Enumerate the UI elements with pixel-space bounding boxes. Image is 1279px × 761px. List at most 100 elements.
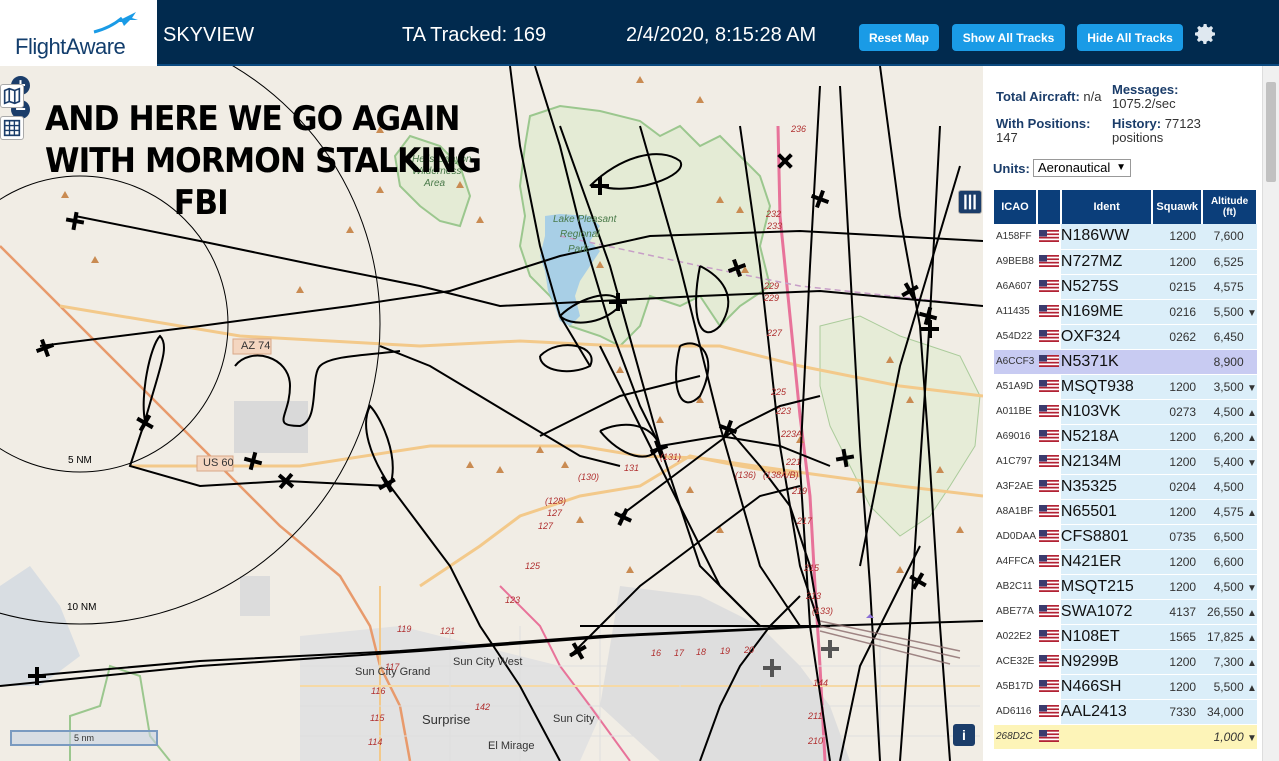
plane-logo-icon <box>93 12 138 34</box>
road-number: 233 <box>767 221 783 231</box>
table-row[interactable]: ACE32E N9299B 1200 7,300 ▲ <box>994 649 1257 675</box>
chevron-down-icon: ▼ <box>1116 162 1126 173</box>
total-aircraft-stat: Total Aircraft: n/a <box>996 90 1102 104</box>
road-number: 117 <box>385 662 400 672</box>
altitude-cell: 17,825 ▲ <box>1202 624 1257 650</box>
ident-cell: AAL2413 <box>1060 699 1153 725</box>
squawk-cell: 0273 <box>1152 399 1203 425</box>
col-squawk[interactable]: Squawk <box>1152 190 1204 224</box>
road-number: 213 <box>806 591 822 601</box>
col-altitude[interactable]: Altitude (ft) <box>1202 190 1258 224</box>
table-header-row: ICAO Ident Squawk Altitude (ft) <box>994 190 1258 224</box>
col-ident[interactable]: Ident <box>1060 190 1154 224</box>
altitude-value: 17,825 <box>1206 629 1244 644</box>
altitude-value: 6,600 <box>1213 554 1244 569</box>
flightaware-logo[interactable]: FlightAware <box>0 0 157 66</box>
table-row[interactable]: 268D2C 1,000 ▼ <box>994 724 1257 750</box>
squawk-cell: 1200 <box>1152 649 1203 675</box>
grid-toggle-icon[interactable] <box>0 116 24 140</box>
country-flag-icon <box>1036 224 1061 250</box>
lake-park-label-2: Regional <box>560 229 600 240</box>
logo-text: FlightAware <box>15 34 126 59</box>
squawk-cell: 1200 <box>1152 574 1203 600</box>
table-row[interactable]: AD6116 AAL2413 7330 34,000 <box>994 699 1257 725</box>
sidebar-scrollbar[interactable] <box>1262 66 1279 761</box>
reset-map-button[interactable]: Reset Map <box>859 24 939 51</box>
ident-cell: N108ET <box>1060 624 1153 650</box>
altitude-cell: 4,500 <box>1202 474 1257 500</box>
table-row[interactable]: A8A1BF N65501 1200 4,575 ▲ <box>994 499 1257 525</box>
table-row[interactable]: A51A9D MSQT938 1200 3,500 ▼ <box>994 374 1257 400</box>
table-row[interactable]: AD0DAA CFS8801 0735 6,500 <box>994 524 1257 550</box>
table-row[interactable]: A1C797 N2134M 1200 5,400 ▼ <box>994 449 1257 475</box>
squawk-cell: 1200 <box>1152 249 1203 275</box>
map-view[interactable]: AZ 74 US 60 5 NM 10 NM Lake Pleasant Reg… <box>0 66 983 761</box>
altitude-trend-icon: ▲ <box>1247 507 1257 519</box>
show-all-tracks-button[interactable]: Show All Tracks <box>952 24 1065 51</box>
overlay-line-3: FBI <box>173 183 229 223</box>
table-row[interactable]: A3F2AE N35325 0204 4,500 <box>994 474 1257 500</box>
table-row[interactable]: A158FF N186WW 1200 7,600 <box>994 224 1257 250</box>
altitude-value: 3,500 <box>1213 379 1244 394</box>
table-row[interactable]: A5B17D N466SH 1200 5,500 ▲ <box>994 674 1257 700</box>
country-flag-icon <box>1036 499 1061 525</box>
altitude-cell: 4,575 <box>1202 274 1257 300</box>
icao-cell: AB2C11 <box>994 574 1037 600</box>
ident-cell: N186WW <box>1060 224 1153 250</box>
skyview-app: FlightAware SKYVIEW TA Tracked: 169 2/4/… <box>0 0 1279 761</box>
ident-cell: N2134M <box>1060 449 1153 475</box>
altitude-cell: 6,600 <box>1202 549 1257 575</box>
messages-stat: Messages: 1075.2/sec <box>1112 83 1227 111</box>
table-row[interactable]: A4FFCA N421ER 1200 6,600 <box>994 549 1257 575</box>
table-row[interactable]: A11435 N169ME 0216 5,500 ▼ <box>994 299 1257 325</box>
table-row[interactable]: A011BE N103VK 0273 4,500 ▲ <box>994 399 1257 425</box>
scale-bar: 5 nm <box>10 730 158 746</box>
us60-label: US 60 <box>203 457 234 469</box>
icao-cell: A8A1BF <box>994 499 1037 525</box>
altitude-cell: 5,400 ▼ <box>1202 449 1257 475</box>
squawk-cell: 1565 <box>1152 624 1203 650</box>
column-toggle-icon[interactable] <box>958 190 982 214</box>
road-number: 18 <box>696 647 707 657</box>
with-positions-value: 147 <box>996 130 1018 145</box>
total-aircraft-label: Total Aircraft: <box>996 89 1080 104</box>
map-layers-icon[interactable] <box>0 84 24 108</box>
col-flag[interactable] <box>1036 190 1062 224</box>
altitude-cell: 34,000 <box>1202 699 1257 725</box>
road-number: 223 <box>776 406 792 416</box>
gear-icon[interactable] <box>1194 22 1218 46</box>
table-row[interactable]: A69016 N5218A 1200 6,200 ▲ <box>994 424 1257 450</box>
altitude-cell: 6,200 ▲ <box>1202 424 1257 450</box>
ident-cell: SWA1072 <box>1060 599 1153 625</box>
units-select[interactable]: Aeronautical ▼ <box>1033 159 1131 177</box>
info-icon[interactable]: i <box>953 724 975 746</box>
col-icao[interactable]: ICAO <box>994 190 1038 224</box>
altitude-value: 6,450 <box>1213 329 1244 344</box>
squawk-cell: 1200 <box>1152 224 1203 250</box>
az74-label: AZ 74 <box>241 340 271 352</box>
road-number: 217 <box>797 516 813 526</box>
road-number: (138A/B) <box>763 470 799 480</box>
icao-cell: A5B17D <box>994 674 1037 700</box>
table-row[interactable]: A9BEB8 N727MZ 1200 6,525 <box>994 249 1257 275</box>
altitude-trend-icon: ▲ <box>1247 607 1257 619</box>
aircraft-table: ICAO Ident Squawk Altitude (ft) A158FF N1… <box>994 190 1258 750</box>
table-row[interactable]: A6CCF3 N5371K 8,900 <box>994 349 1257 375</box>
table-row[interactable]: A6A607 N5275S 0215 4,575 <box>994 274 1257 300</box>
table-row[interactable]: AB2C11 MSQT215 1200 4,500 ▼ <box>994 574 1257 600</box>
scrollbar-thumb[interactable] <box>1266 82 1276 182</box>
ident-cell: N5275S <box>1060 274 1153 300</box>
icao-cell: A11435 <box>994 299 1037 325</box>
icao-cell: A011BE <box>994 399 1037 425</box>
table-row[interactable]: A022E2 N108ET 1565 17,825 ▲ <box>994 624 1257 650</box>
table-row[interactable]: A54D22 OXF324 0262 6,450 <box>994 324 1257 350</box>
country-flag-icon <box>1036 324 1061 350</box>
table-row[interactable]: ABE77A SWA1072 4137 26,550 ▲ <box>994 599 1257 625</box>
road-number: 121 <box>440 626 456 636</box>
hide-all-tracks-button[interactable]: Hide All Tracks <box>1077 24 1183 51</box>
country-flag-icon <box>1036 249 1061 275</box>
overlay-line-1: AND HERE WE GO AGAIN <box>45 99 460 139</box>
surprise-label: Surprise <box>422 712 471 727</box>
altitude-cell: 6,525 <box>1202 249 1257 275</box>
country-flag-icon <box>1036 674 1061 700</box>
